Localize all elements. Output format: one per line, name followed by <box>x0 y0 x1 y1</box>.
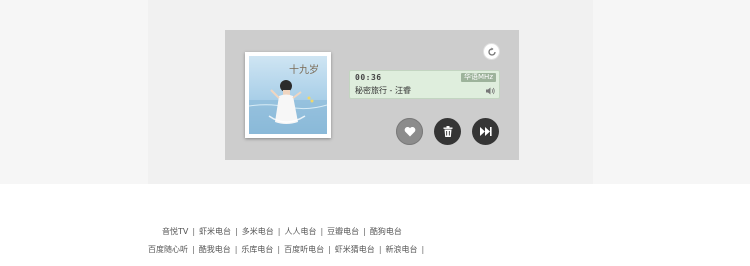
separator: | <box>192 227 196 236</box>
trash-button[interactable] <box>434 118 461 145</box>
footer-link[interactable]: 乐库电台 <box>241 245 273 254</box>
separator: | <box>421 245 425 254</box>
footer-link[interactable]: 百度听电台 <box>284 245 324 254</box>
cover-title-text: 十九岁 <box>289 63 319 76</box>
next-icon <box>479 127 492 136</box>
song-title: 秘密旅行 - 汪睿 <box>355 86 411 95</box>
separator: | <box>328 245 331 254</box>
footer-link[interactable]: 酷狗电台 <box>370 227 402 236</box>
footer-link[interactable]: 虾米猜电台 <box>335 245 375 254</box>
footer-links-row-1: 音悦TV | 虾米电台 | 多米电台 | 人人电台 | 豆瓣电台 | 酷狗电台 <box>162 226 750 237</box>
footer-link[interactable]: 新浪电台 <box>386 245 418 254</box>
channel-badge: 华语MHz <box>461 73 496 82</box>
like-button[interactable] <box>396 118 423 145</box>
refresh-icon <box>487 47 496 56</box>
separator: | <box>320 227 324 236</box>
footer-link[interactable]: 虾米电台 <box>199 227 231 236</box>
footer-link[interactable]: 音悦TV <box>162 227 188 236</box>
separator: | <box>277 227 281 236</box>
footer-link[interactable]: 百度随心听 <box>148 245 188 254</box>
lcd-display: 00:36 华语MHz 秘密旅行 - 汪睿 <box>349 70 500 99</box>
play-time: 00:36 <box>355 73 382 82</box>
footer-link[interactable]: 豆瓣电台 <box>327 227 359 236</box>
separator: | <box>235 227 238 236</box>
separator: | <box>363 227 366 236</box>
album-cover: 十九岁 <box>245 52 331 138</box>
footer-link[interactable]: 人人电台 <box>284 227 316 236</box>
refresh-button[interactable] <box>483 43 500 60</box>
next-button[interactable] <box>472 118 499 145</box>
separator: | <box>378 245 382 254</box>
volume-icon[interactable] <box>486 87 495 95</box>
footer-links-row-2: 百度随心听 | 酷我电台 | 乐库电台 | 百度听电台 | 虾米猜电台 | 新浪电台 | <box>148 244 750 255</box>
separator: | <box>192 245 195 254</box>
radio-player: 十九岁 00:36 华语MHz 秘密旅行 - 汪睿 <box>225 30 519 160</box>
footer-link[interactable]: 酷我电台 <box>199 245 231 254</box>
separator: | <box>277 245 281 254</box>
separator: | <box>234 245 238 254</box>
footer-link[interactable]: 多米电台 <box>242 227 274 236</box>
album-art-image: 十九岁 <box>249 56 327 134</box>
trash-icon <box>443 126 452 137</box>
heart-icon <box>404 126 415 137</box>
